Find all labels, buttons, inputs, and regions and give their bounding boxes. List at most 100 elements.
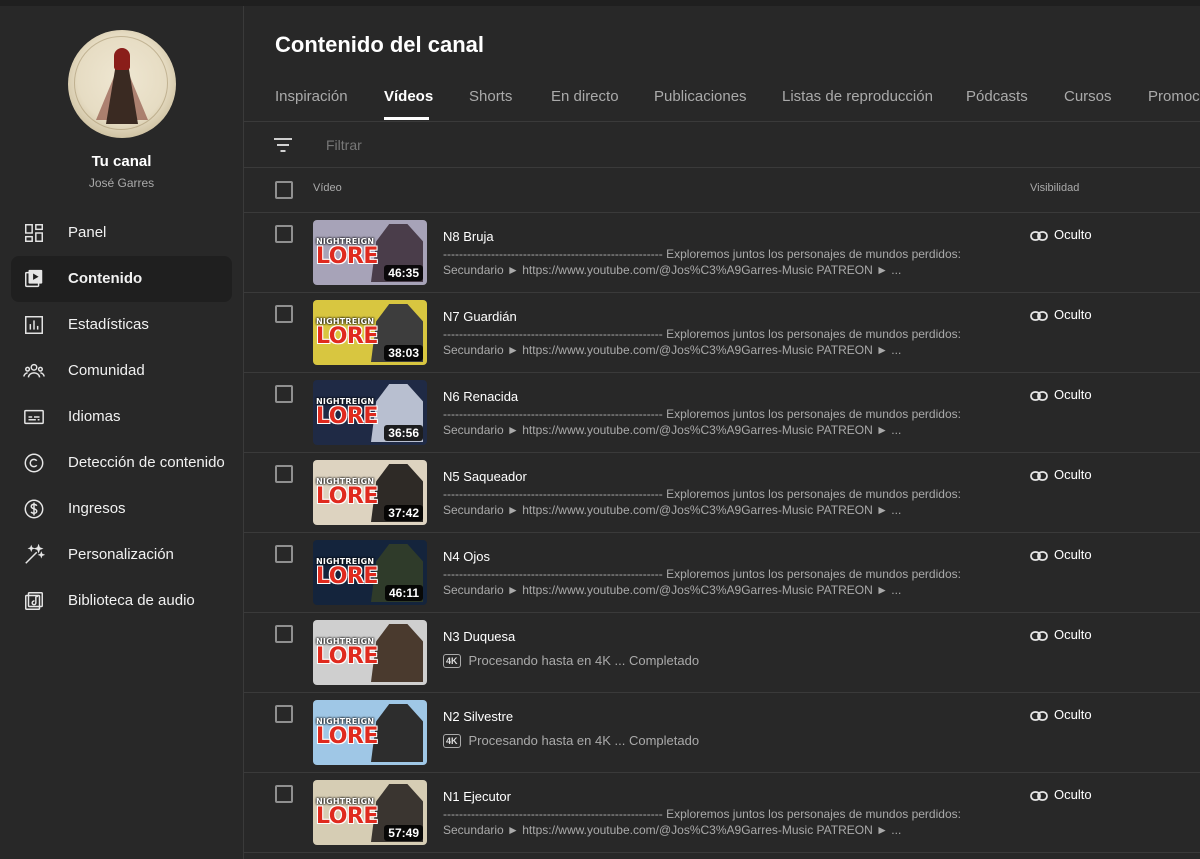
description-line: ----------------------------------------… <box>443 247 963 261</box>
thumbnail-title-lore: LORE <box>316 564 378 589</box>
video-title[interactable]: N5 Saqueador <box>443 469 527 484</box>
video-thumbnail[interactable]: NIGHTREIGN LORE 46:11 <box>313 540 427 605</box>
sidebar-item-label: Detección de contenido <box>68 454 225 471</box>
sidebar-item-comunidad[interactable]: Comunidad <box>11 348 232 394</box>
video-duration: 37:42 <box>384 505 423 521</box>
channel-title: Tu canal <box>91 153 152 170</box>
active-tab-indicator <box>384 117 429 120</box>
table-row[interactable]: NIGHTREIGN LORE N2 Silvestre 4K Procesando h… <box>244 693 1200 773</box>
sidebar-item-personalizacion[interactable]: Personalización <box>11 532 232 578</box>
filter-icon[interactable] <box>273 136 293 154</box>
select-all-checkbox[interactable] <box>275 181 293 199</box>
video-duration: 36:56 <box>384 425 423 441</box>
video-title[interactable]: N7 Guardián <box>443 309 517 324</box>
sidebar-item-idiomas[interactable]: Idiomas <box>11 394 232 440</box>
row-checkbox[interactable] <box>275 385 293 403</box>
visibility-dropdown[interactable]: Oculto <box>1030 387 1092 402</box>
channel-avatar[interactable] <box>68 30 176 138</box>
filter-input[interactable] <box>324 130 728 160</box>
video-description: ----------------------------------------… <box>443 807 963 838</box>
table-row[interactable]: NIGHTREIGN LORE 36:56 N6 Renacida ----------… <box>244 373 1200 453</box>
tab-shorts[interactable]: Shorts <box>469 88 512 105</box>
column-header-visibility: Visibilidad <box>1030 182 1080 194</box>
visibility-dropdown[interactable]: Oculto <box>1030 547 1092 562</box>
video-duration: 46:11 <box>384 585 423 601</box>
video-title[interactable]: N4 Ojos <box>443 549 490 564</box>
content-tabs: Inspiración Vídeos Shorts En directo Pub… <box>244 84 1200 122</box>
video-description: ----------------------------------------… <box>443 487 963 518</box>
sidebar: Tu canal José Garres Panel Contenido Est… <box>0 6 244 859</box>
visibility-dropdown[interactable]: Oculto <box>1030 627 1092 642</box>
magic-wand-icon <box>25 544 45 564</box>
tab-inspiracion[interactable]: Inspiración <box>275 88 348 105</box>
row-checkbox[interactable] <box>275 785 293 803</box>
visibility-dropdown[interactable]: Oculto <box>1030 707 1092 722</box>
video-title[interactable]: N1 Ejecutor <box>443 789 511 804</box>
sidebar-item-ingresos[interactable]: Ingresos <box>11 486 232 532</box>
visibility-dropdown[interactable]: Oculto <box>1030 307 1092 322</box>
copyright-icon <box>24 453 44 473</box>
video-thumbnail[interactable]: NIGHTREIGN LORE 37:42 <box>313 460 427 525</box>
description-line: Secundario ► https://www.youtube.com/@Jo… <box>443 342 902 357</box>
tab-promociones[interactable]: Promoci <box>1148 88 1200 105</box>
video-title[interactable]: N3 Duquesa <box>443 629 515 644</box>
table-row[interactable]: NIGHTREIGN LORE 38:03 N7 Guardián ----------… <box>244 293 1200 373</box>
avatar-hood <box>114 48 130 70</box>
sidebar-item-estadisticas[interactable]: Estadísticas <box>11 302 232 348</box>
row-checkbox[interactable] <box>275 305 293 323</box>
link-icon <box>1030 547 1054 562</box>
video-thumbnail[interactable]: NIGHTREIGN LORE 57:49 <box>313 780 427 845</box>
tab-en-directo[interactable]: En directo <box>551 88 619 105</box>
video-thumbnail[interactable]: NIGHTREIGN LORE 36:56 <box>313 380 427 445</box>
table-row[interactable]: NIGHTREIGN LORE N3 Duquesa 4K Procesando has… <box>244 613 1200 693</box>
dashboard-icon <box>25 224 43 242</box>
table-row[interactable]: NIGHTREIGN LORE 46:11 N4 Ojos --------------… <box>244 533 1200 613</box>
link-icon <box>1030 787 1054 802</box>
link-icon <box>1030 227 1054 242</box>
row-checkbox[interactable] <box>275 705 293 723</box>
sidebar-item-label: Panel <box>68 224 107 241</box>
tab-listas[interactable]: Listas de reproducción <box>782 88 933 105</box>
video-duration: 38:03 <box>384 345 423 361</box>
content-icon <box>25 269 43 288</box>
sidebar-item-panel[interactable]: Panel <box>11 210 232 256</box>
video-duration: 57:49 <box>384 825 423 841</box>
channel-name: José Garres <box>88 176 155 190</box>
visibility-dropdown[interactable]: Oculto <box>1030 467 1092 482</box>
sidebar-item-deteccion[interactable]: Detección de contenido <box>11 440 232 486</box>
table-row[interactable]: NIGHTREIGN LORE 57:49 N1 Ejecutor ----------… <box>244 773 1200 853</box>
sidebar-item-contenido[interactable]: Contenido <box>11 256 232 302</box>
visibility-dropdown[interactable]: Oculto <box>1030 227 1092 242</box>
row-checkbox[interactable] <box>275 625 293 643</box>
row-checkbox[interactable] <box>275 465 293 483</box>
analytics-icon <box>25 316 43 334</box>
table-row[interactable]: NIGHTREIGN LORE 46:35 N8 Bruja -------------… <box>244 213 1200 293</box>
subtitles-icon <box>24 409 44 425</box>
description-line: ----------------------------------------… <box>443 567 963 581</box>
visibility-label: Oculto <box>1054 227 1092 242</box>
video-title[interactable]: N2 Silvestre <box>443 709 513 724</box>
tab-cursos[interactable]: Cursos <box>1064 88 1112 105</box>
video-title[interactable]: N6 Renacida <box>443 389 518 404</box>
video-thumbnail[interactable]: NIGHTREIGN LORE 46:35 <box>313 220 427 285</box>
video-thumbnail[interactable]: NIGHTREIGN LORE <box>313 620 427 685</box>
tab-publicaciones[interactable]: Publicaciones <box>654 88 747 105</box>
table-row[interactable]: NIGHTREIGN LORE 37:42 N5 Saqueador ---------… <box>244 453 1200 533</box>
thumbnail-title-lore: LORE <box>316 244 378 269</box>
link-icon <box>1030 307 1054 322</box>
video-title[interactable]: N8 Bruja <box>443 229 494 244</box>
sidebar-item-biblioteca-audio[interactable]: Biblioteca de audio <box>11 578 232 624</box>
video-thumbnail[interactable]: NIGHTREIGN LORE 38:03 <box>313 300 427 365</box>
row-checkbox[interactable] <box>275 225 293 243</box>
description-line: Secundario ► https://www.youtube.com/@Jo… <box>443 502 902 517</box>
tab-podcasts[interactable]: Pódcasts <box>966 88 1028 105</box>
visibility-dropdown[interactable]: Oculto <box>1030 787 1092 802</box>
sidebar-item-label: Biblioteca de audio <box>68 592 195 609</box>
thumbnail-title-lore: LORE <box>316 324 378 349</box>
description-line: Secundario ► https://www.youtube.com/@Jo… <box>443 422 902 437</box>
thumbnail-title-lore: LORE <box>316 644 378 669</box>
tab-videos[interactable]: Vídeos <box>384 88 433 105</box>
row-checkbox[interactable] <box>275 545 293 563</box>
thumbnail-title-lore: LORE <box>316 404 378 429</box>
video-thumbnail[interactable]: NIGHTREIGN LORE <box>313 700 427 765</box>
